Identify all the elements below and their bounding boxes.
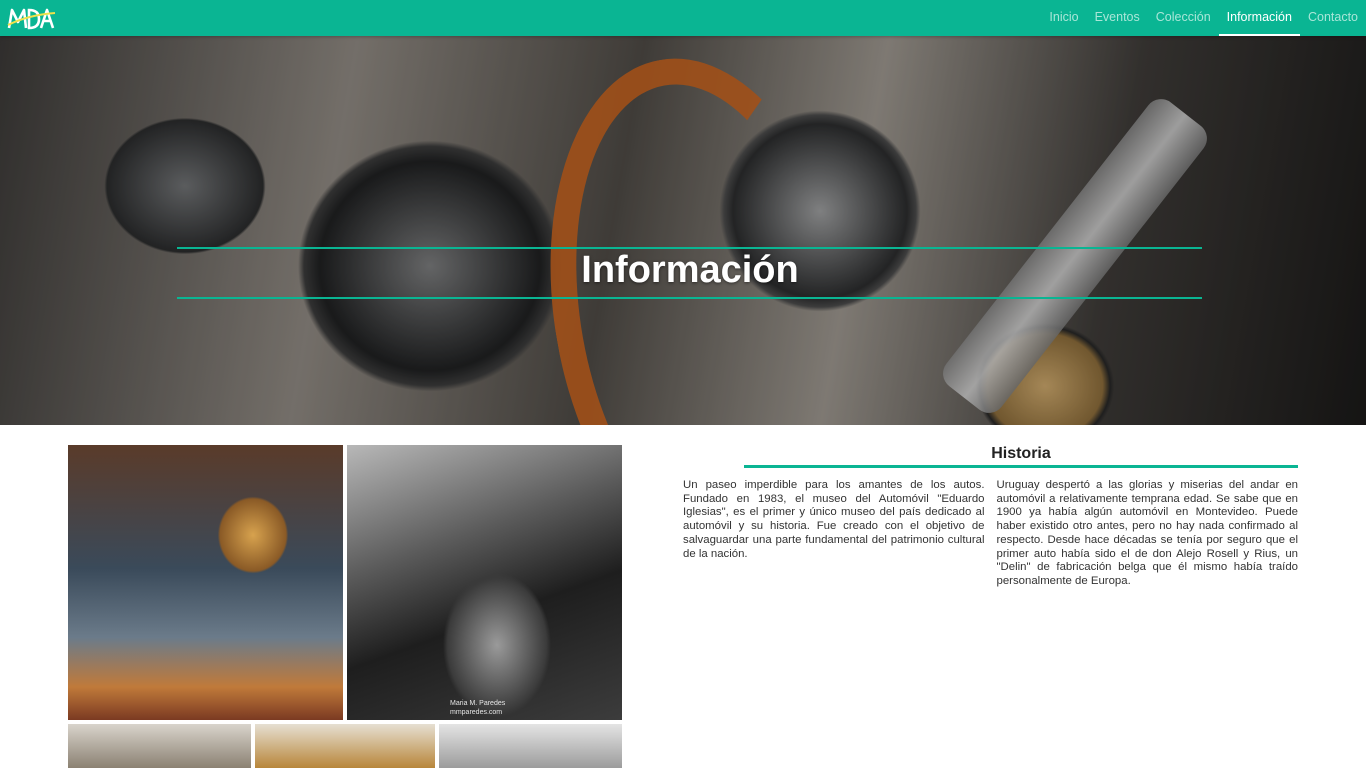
page-title: Información xyxy=(581,249,799,291)
logo[interactable] xyxy=(6,4,56,32)
gallery-photo-jaguar-grille[interactable]: Maria M. Paredes mmparedes.com xyxy=(347,445,622,720)
gallery-photo-3[interactable] xyxy=(68,724,251,768)
gallery-photo-hood-ornament-badge[interactable] xyxy=(68,445,343,720)
gallery-photo-4[interactable] xyxy=(255,724,435,768)
hero-banner: Información xyxy=(0,36,1366,425)
historia-text: Un paseo imperdible para los amantes de … xyxy=(683,479,1298,589)
nav-item-informacion[interactable]: Información xyxy=(1218,0,1300,36)
main-nav: Inicio Eventos Colección Información Con… xyxy=(1041,0,1366,36)
nav-item-inicio[interactable]: Inicio xyxy=(1041,0,1086,36)
nav-item-contacto[interactable]: Contacto xyxy=(1300,0,1366,36)
nav-item-eventos[interactable]: Eventos xyxy=(1087,0,1148,36)
nav-item-coleccion[interactable]: Colección xyxy=(1148,0,1219,36)
gallery-photo-5[interactable] xyxy=(439,724,622,768)
logo-mark xyxy=(7,8,56,30)
hero-overlay xyxy=(0,36,1366,425)
hero-divider-bottom xyxy=(177,297,1202,299)
photo-gallery: Maria M. Paredes mmparedes.com xyxy=(68,445,622,768)
section-heading: Historia xyxy=(744,445,1298,468)
photo-watermark: Maria M. Paredes mmparedes.com xyxy=(450,700,506,716)
historia-paragraph: Uruguay despertó a las glorias y miseria… xyxy=(996,479,1299,587)
navbar: Inicio Eventos Colección Información Con… xyxy=(0,0,1366,36)
historia-paragraph: Un paseo imperdible para los amantes de … xyxy=(683,479,985,560)
